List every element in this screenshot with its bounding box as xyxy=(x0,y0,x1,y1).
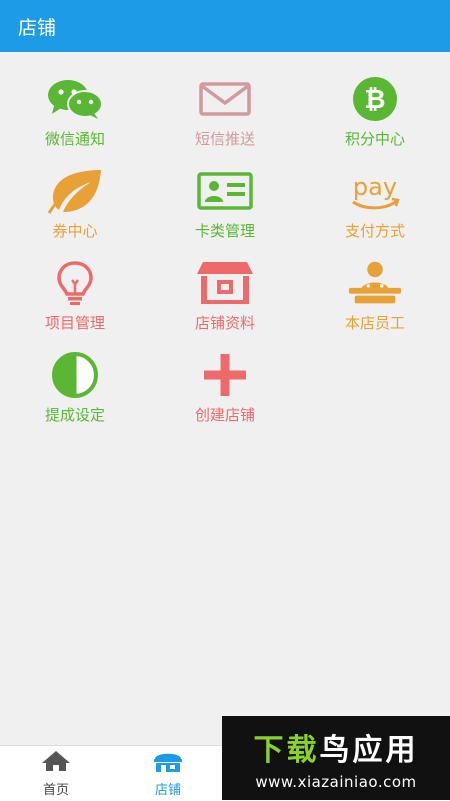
envelope-icon xyxy=(195,76,255,122)
shop-icon xyxy=(153,749,183,777)
tile-label: 短信推送 xyxy=(194,130,255,148)
id-card-icon xyxy=(195,168,255,214)
tile-commission-settings[interactable]: 提成设定 xyxy=(0,352,150,436)
tile-label: 项目管理 xyxy=(44,314,105,332)
plus-icon xyxy=(195,352,255,398)
tile-label: 创建店铺 xyxy=(194,406,255,424)
wechat-icon xyxy=(45,76,105,122)
watermark-logo: 下载鸟应用 www.xiazainiao.com xyxy=(222,716,450,800)
tile-label: 卡类管理 xyxy=(194,222,255,240)
bitcoin-icon: ₿ xyxy=(345,76,405,122)
half-circle-icon xyxy=(45,352,105,398)
watermark-title-part2: 鸟应用 xyxy=(319,733,419,768)
watermark-url: www.xiazainiao.com xyxy=(255,773,417,791)
nav-shop[interactable]: 店铺 xyxy=(112,746,224,801)
tile-create-store[interactable]: 创建店铺 xyxy=(150,352,300,436)
svg-text:₿: ₿ xyxy=(364,85,385,115)
leaf-icon xyxy=(45,168,105,214)
tile-label: 店铺资料 xyxy=(194,314,255,332)
tile-sms-push[interactable]: 短信推送 xyxy=(150,76,300,160)
app-header: 店铺 xyxy=(0,0,450,52)
home-icon xyxy=(41,749,71,777)
nav-label-shop: 店铺 xyxy=(154,783,181,798)
tile-wechat-notify[interactable]: 微信通知 xyxy=(0,76,150,160)
tile-card-management[interactable]: 卡类管理 xyxy=(150,168,300,252)
tile-label: 券中心 xyxy=(52,222,98,240)
tile-payment-methods[interactable]: pay 支付方式 xyxy=(300,168,450,252)
svg-text:pay: pay xyxy=(353,173,397,201)
tile-store-staff[interactable]: 本店员工 xyxy=(300,260,450,344)
tile-label: 微信通知 xyxy=(44,130,105,148)
lightbulb-icon xyxy=(45,260,105,306)
tile-points-center[interactable]: ₿ 积分中心 xyxy=(300,76,450,160)
staff-icon xyxy=(345,260,405,306)
store-icon xyxy=(195,260,255,306)
pay-icon: pay xyxy=(345,168,405,214)
tile-label: 支付方式 xyxy=(344,222,405,240)
watermark-title: 下载鸟应用 xyxy=(254,725,419,769)
watermark-title-part1: 下载 xyxy=(253,733,320,768)
tile-label: 本店员工 xyxy=(344,314,405,332)
nav-home[interactable]: 首页 xyxy=(0,746,112,801)
tile-label: 积分中心 xyxy=(344,130,405,148)
nav-label-home: 首页 xyxy=(42,783,69,798)
tile-project-management[interactable]: 项目管理 xyxy=(0,260,150,344)
tile-store-info[interactable]: 店铺资料 xyxy=(150,260,300,344)
tile-label: 提成设定 xyxy=(44,406,105,424)
tile-coupon-center[interactable]: 券中心 xyxy=(0,168,150,252)
page-title: 店铺 xyxy=(18,16,57,39)
